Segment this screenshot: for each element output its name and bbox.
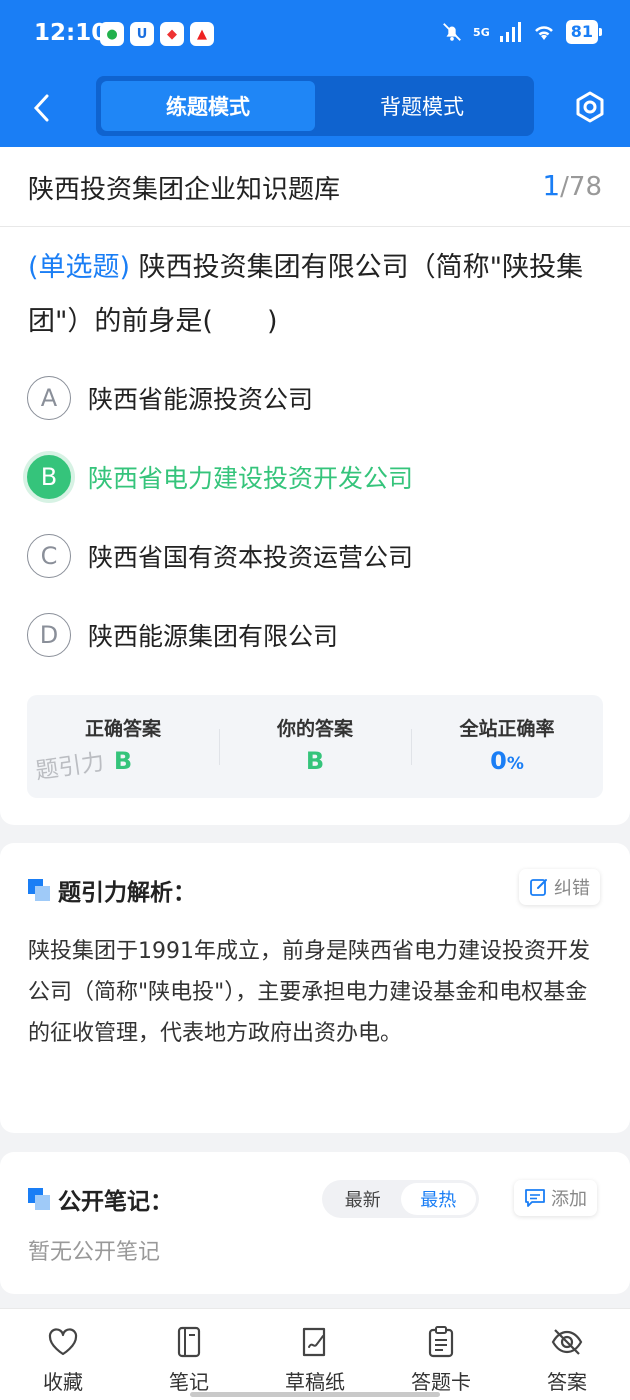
current-question-number: 1 — [542, 169, 561, 202]
your-answer-value: B — [305, 747, 325, 775]
option-text: 陕西省能源投资公司 — [88, 385, 314, 414]
chevron-left-icon — [33, 94, 49, 122]
mode-switch: 练题模式 背题模式 — [96, 76, 534, 136]
analysis-text: 陕投集团于1991年成立，前身是陕西省电力建设投资开发公司（简称"陕电投"），主… — [28, 939, 590, 1046]
signal-label: 5G — [473, 25, 490, 39]
notes-heading: 公开笔记： — [28, 1182, 173, 1216]
edit-icon — [530, 879, 547, 896]
answer-summary: 正确答案 题引力 B 你的答案 B 全站正确率 0% — [27, 695, 603, 798]
toolbar-notes-label: 笔记 — [169, 1370, 209, 1394]
toolbar-favorite[interactable]: 收藏 — [0, 1309, 126, 1400]
option-letter: A — [27, 376, 71, 420]
tab-practice-mode[interactable]: 练题模式 — [101, 81, 315, 131]
option-text: 陕西省电力建设投资开发公司 — [88, 464, 414, 493]
notes-title: 公开笔记： — [58, 1189, 173, 1215]
wifi-icon — [534, 26, 553, 40]
top-header: 12:10 ● U ◆ ▲ 5G 81 练题模式 背题模式 — [0, 0, 630, 147]
toolbar-answer-sheet[interactable]: 答题卡 — [378, 1309, 504, 1400]
comment-icon — [525, 1189, 545, 1207]
toolbar-draft-paper[interactable]: 草稿纸 — [252, 1309, 378, 1400]
question-stem: (单选题) 陕西投资集团有限公司（简称"陕投集团"）的前身是( ) — [28, 241, 608, 349]
status-time: 12:10 — [34, 20, 108, 46]
a-app-icon: ▲ — [190, 22, 214, 46]
eye-off-icon — [551, 1329, 583, 1355]
report-error-label: 纠错 — [554, 878, 590, 899]
option-c[interactable]: C 陕西省国有资本投资运营公司 — [27, 533, 413, 579]
correct-answer-column: 正确答案 题引力 B — [27, 695, 219, 798]
draft-paper-icon — [302, 1327, 326, 1357]
notification-app-icons: ● U ◆ ▲ — [100, 22, 214, 46]
section-squares-icon — [28, 1188, 50, 1210]
option-d[interactable]: D 陕西能源集团有限公司 — [27, 612, 338, 658]
status-bar: 12:10 ● U ◆ ▲ 5G 81 — [0, 0, 630, 68]
option-text: 陕西能源集团有限公司 — [88, 622, 339, 651]
add-note-label: 添加 — [551, 1189, 587, 1210]
question-bank-row: 陕西投资集团企业知识题库 1/78 — [0, 147, 630, 227]
sort-hottest[interactable]: 最热 — [400, 1183, 476, 1215]
settings-button[interactable] — [573, 90, 607, 124]
public-notes-card: 公开笔记： 最新 最热 添加 暂无公开笔记 — [0, 1152, 630, 1294]
accuracy-label: 全站正确率 — [459, 718, 555, 740]
add-note-button[interactable]: 添加 — [514, 1180, 597, 1216]
correct-answer-label: 正确答案 — [84, 718, 161, 740]
analysis-title: 题引力解析： — [58, 880, 196, 906]
accuracy-unit: % — [506, 754, 524, 774]
status-indicators: 5G 81 — [441, 20, 603, 44]
analysis-card: 题引力解析： 纠错 陕投集团于1991年成立，前身是陕西省电力建设投资开发公司（… — [0, 843, 630, 1133]
toolbar-favorite-label: 收藏 — [43, 1370, 83, 1394]
battery-indicator: 81 — [565, 20, 603, 44]
notes-sort-switch: 最新 最热 — [322, 1180, 479, 1218]
bottom-toolbar: 收藏 笔记 草稿纸 答题卡 答案 — [0, 1308, 630, 1400]
question-card: 陕西投资集团企业知识题库 1/78 (单选题) 陕西投资集团有限公司（简称"陕投… — [0, 147, 630, 825]
question-counter: 1/78 — [542, 169, 602, 202]
toolbar-draft-paper-label: 草稿纸 — [285, 1370, 345, 1394]
accuracy-column: 全站正确率 0% — [411, 695, 603, 798]
sort-latest[interactable]: 最新 — [325, 1183, 401, 1215]
wechat-icon: ● — [100, 22, 124, 46]
mute-bell-icon — [443, 23, 461, 41]
analysis-heading: 题引力解析： — [28, 873, 196, 907]
accuracy-number: 0 — [490, 747, 507, 775]
accuracy-value: 0% — [411, 747, 603, 775]
option-b[interactable]: B 陕西省电力建设投资开发公司 — [27, 454, 413, 500]
toolbar-show-answer[interactable]: 答案 — [504, 1309, 630, 1400]
option-text: 陕西省国有资本投资运营公司 — [88, 543, 414, 572]
back-button[interactable] — [24, 88, 58, 128]
empty-notes-text: 暂无公开笔记 — [28, 1240, 161, 1265]
u-app-icon: U — [130, 22, 154, 46]
home-indicator — [190, 1392, 440, 1397]
toolbar-show-answer-label: 答案 — [547, 1370, 587, 1394]
answer-sheet-icon — [428, 1326, 454, 1358]
report-error-button[interactable]: 纠错 — [519, 869, 600, 905]
toolbar-notes[interactable]: 笔记 — [126, 1309, 252, 1400]
section-squares-icon — [28, 879, 50, 901]
hexagon-settings-icon — [576, 91, 604, 123]
tab-memorize-mode[interactable]: 背题模式 — [315, 81, 529, 131]
heart-icon — [48, 1328, 78, 1356]
question-type: (单选题) — [28, 252, 131, 283]
your-answer-label: 你的答案 — [276, 718, 353, 740]
toolbar-answer-sheet-label: 答题卡 — [411, 1370, 471, 1394]
your-answer-column: 你的答案 B — [219, 695, 411, 798]
question-bank-title: 陕西投资集团企业知识题库 — [28, 175, 341, 205]
option-a[interactable]: A 陕西省能源投资公司 — [27, 375, 313, 421]
correct-answer-value: B — [113, 747, 133, 775]
game-app-icon: ◆ — [160, 22, 184, 46]
option-letter: D — [27, 613, 71, 657]
total-questions: /78 — [560, 172, 602, 202]
option-letter: B — [27, 455, 71, 499]
option-letter: C — [27, 534, 71, 578]
signal-bars-icon — [499, 22, 521, 42]
notebook-icon — [177, 1326, 201, 1358]
